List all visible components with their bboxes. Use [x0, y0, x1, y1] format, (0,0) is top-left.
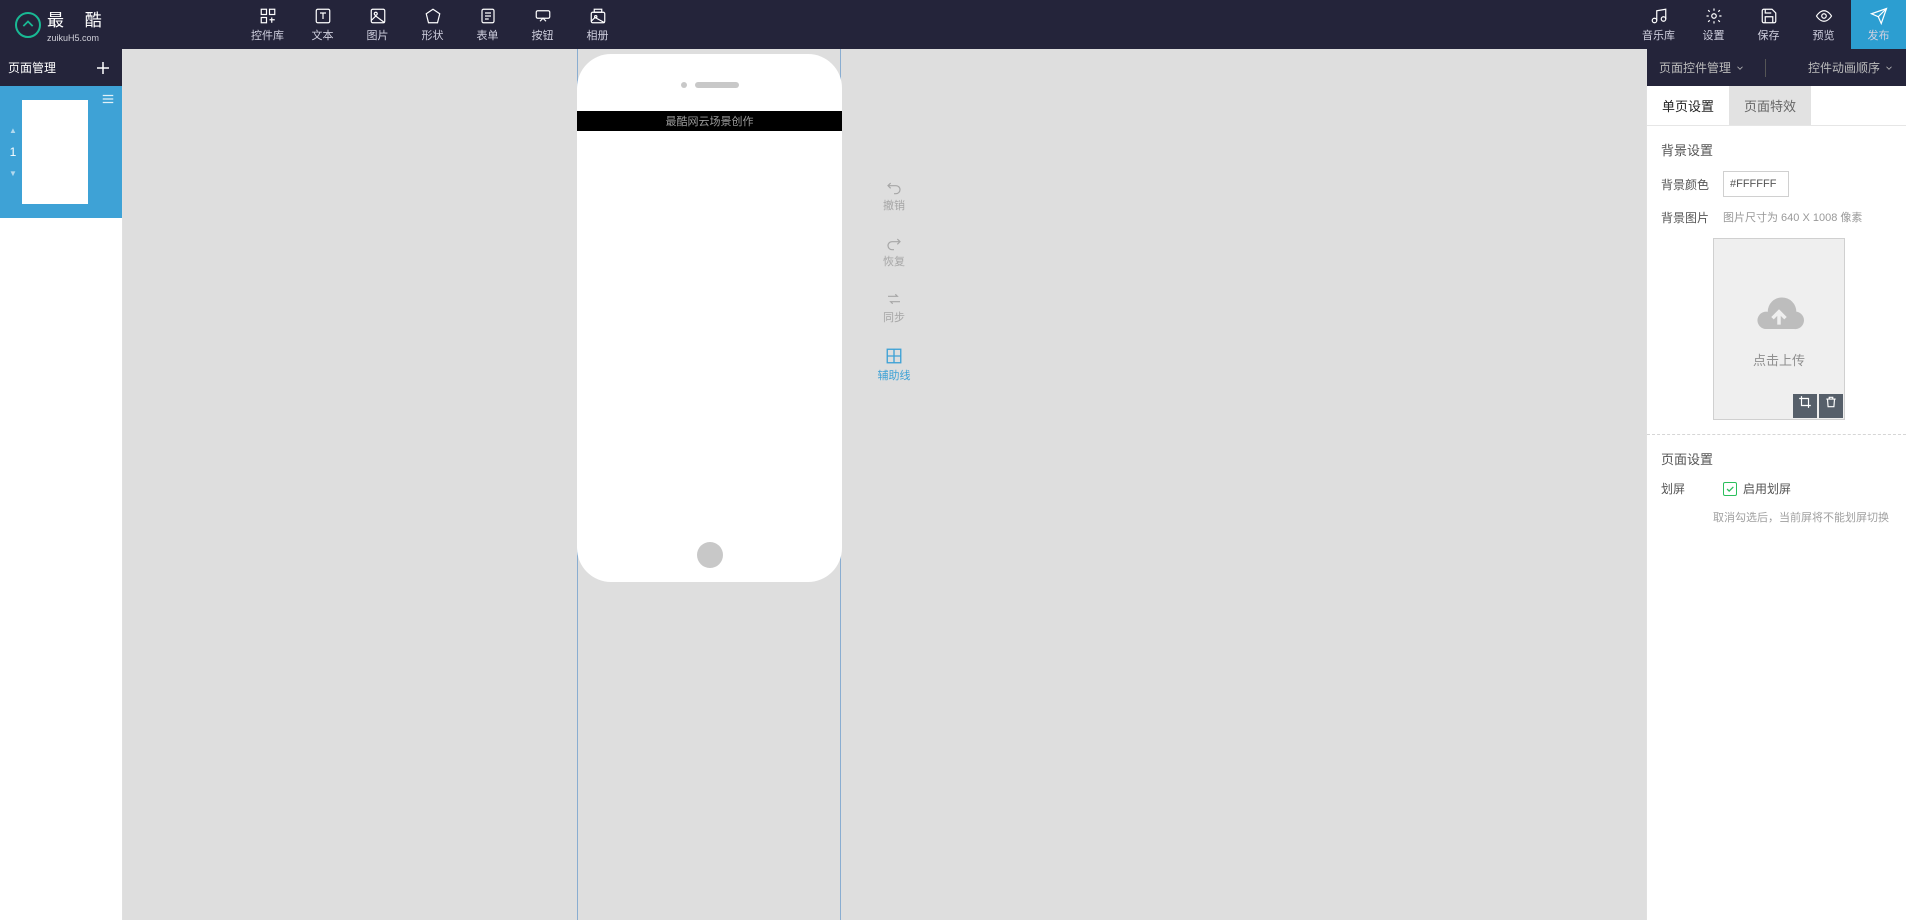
sync-button[interactable]: 同步	[869, 291, 919, 325]
tab-page-effects[interactable]: 页面特效	[1729, 86, 1811, 125]
phone-frame: 最酷网云场景创作	[577, 54, 842, 582]
bg-section-title: 背景设置	[1661, 140, 1892, 159]
swipe-label: 划屏	[1661, 480, 1713, 497]
widget-lib-button[interactable]: 控件库	[240, 0, 295, 49]
check-icon	[1723, 482, 1737, 496]
page-manager-title: 页面管理	[8, 59, 56, 76]
main-tools: 控件库 文本 图片 形状 表单 按钮 相册	[240, 0, 625, 49]
button-button[interactable]: 按钮	[515, 0, 570, 49]
bg-image-upload[interactable]: 点击上传	[1713, 238, 1845, 420]
delete-image-button[interactable]	[1819, 394, 1843, 418]
add-page-button[interactable]	[92, 57, 114, 79]
gallery-button[interactable]: 相册	[570, 0, 625, 49]
widget-manager-dropdown[interactable]: 页面控件管理	[1647, 59, 1757, 76]
page-number: 1	[10, 145, 17, 159]
swipe-hint: 取消勾选后，当前屏将不能划屏切换	[1713, 509, 1892, 525]
top-toolbar: 最 酷 zuikuH5.com 控件库 文本 图片 形状 表单 按钮	[0, 0, 1906, 49]
phone-speaker	[681, 82, 739, 88]
bg-color-label: 背景颜色	[1661, 176, 1713, 193]
preview-button[interactable]: 预览	[1796, 0, 1851, 49]
bg-image-label: 背景图片	[1661, 209, 1713, 226]
properties-body: 背景设置 背景颜色 背景图片 图片尺寸为 640 X 1008 像素 点击上传 …	[1647, 126, 1906, 539]
page-manager-header: 页面管理	[0, 49, 122, 86]
right-tools: 音乐库 设置 保存 预览 发布	[1631, 0, 1906, 49]
tab-page-settings[interactable]: 单页设置	[1647, 86, 1729, 125]
bg-color-input[interactable]	[1723, 171, 1789, 197]
bg-image-hint: 图片尺寸为 640 X 1008 像素	[1723, 209, 1862, 225]
logo[interactable]: 最 酷 zuikuH5.com	[0, 6, 240, 43]
save-button[interactable]: 保存	[1741, 0, 1796, 49]
shape-button[interactable]: 形状	[405, 0, 460, 49]
guides-button[interactable]: 辅助线	[869, 347, 919, 383]
logo-icon	[15, 12, 41, 38]
properties-panel: 页面控件管理 控件动画顺序 单页设置 页面特效 背景设置 背景颜色 背景图片 图…	[1646, 49, 1906, 920]
move-down-icon[interactable]: ▼	[9, 169, 17, 178]
brand-sub: zuikuH5.com	[47, 33, 110, 43]
crop-image-button[interactable]	[1793, 394, 1817, 418]
phone-home-button	[697, 542, 723, 568]
phone-titlebar: 最酷网云场景创作	[577, 111, 842, 131]
page-thumbs: ▲ 1 ▼	[0, 86, 122, 218]
form-button[interactable]: 表单	[460, 0, 515, 49]
undo-button[interactable]: 撤销	[869, 179, 919, 213]
page-item-1[interactable]: ▲ 1 ▼	[0, 86, 122, 218]
image-button[interactable]: 图片	[350, 0, 405, 49]
swipe-checkbox[interactable]: 启用划屏	[1723, 480, 1791, 497]
publish-button[interactable]: 发布	[1851, 0, 1906, 49]
canvas[interactable]: 最酷网云场景创作 撤销 恢复 同步 辅助线	[123, 49, 1646, 920]
brand-name: 最 酷	[47, 6, 110, 31]
properties-topbar: 页面控件管理 控件动画顺序	[1647, 49, 1906, 86]
page-section-title: 页面设置	[1661, 449, 1892, 468]
settings-button[interactable]: 设置	[1686, 0, 1741, 49]
move-up-icon[interactable]: ▲	[9, 126, 17, 135]
redo-button[interactable]: 恢复	[869, 235, 919, 269]
drag-handle-icon[interactable]	[100, 92, 116, 111]
text-button[interactable]: 文本	[295, 0, 350, 49]
animation-order-dropdown[interactable]: 控件动画顺序	[1796, 59, 1906, 76]
music-button[interactable]: 音乐库	[1631, 0, 1686, 49]
properties-tabs: 单页设置 页面特效	[1647, 86, 1906, 126]
page-manager-panel: 页面管理 ▲ 1 ▼	[0, 49, 123, 920]
page-thumbnail[interactable]	[22, 100, 88, 204]
canvas-side-tools: 撤销 恢复 同步 辅助线	[869, 179, 919, 383]
